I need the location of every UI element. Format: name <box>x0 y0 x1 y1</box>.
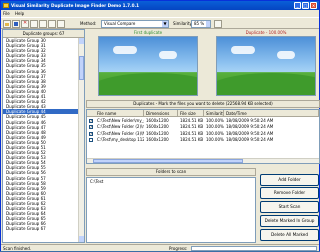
table-row[interactable]: C:\Test\my_desktop 11267445...1600x1200 1… <box>87 137 319 143</box>
cell-sim: 100.00% <box>206 118 224 123</box>
table-row[interactable]: ✓ C:\Test\New Folder (3)\New F...1600x120… <box>87 131 319 137</box>
folder-item[interactable]: C:\Test <box>90 179 252 185</box>
cell-sim: 100.00% <box>206 124 224 130</box>
open-folder-icon[interactable] <box>3 20 11 28</box>
add-folder-button[interactable]: Add Folder <box>260 174 319 186</box>
duplicates-table: File name Dimensions File size Similarit… <box>86 109 320 164</box>
cell-date: 18/08/2009 9:50:24 AM <box>226 137 274 143</box>
cell-dim: 1600x1200 <box>146 137 169 143</box>
menu-file[interactable]: File <box>1 11 12 16</box>
col-dimensions[interactable]: Dimensions <box>144 110 178 117</box>
first-preview-image[interactable] <box>98 36 198 96</box>
group-list: Duplicate Group 30 Duplicate Group 31 Dupl… <box>3 38 84 232</box>
toolbar: Method: Visual Compare ▼ Similarity: 85 … <box>1 17 319 29</box>
second-preview-caption: Duplicate - 100.00% <box>245 30 287 35</box>
delete-all-marked-button[interactable]: Delete All Marked <box>260 229 319 241</box>
cell-size: 1824.51 KB <box>180 137 204 143</box>
second-preview: Duplicate - 100.00% <box>216 29 316 98</box>
cell-dim: 1600x1200 <box>146 118 169 123</box>
folders-header: Folders to scan <box>86 168 256 176</box>
first-preview-caption: First duplicate <box>133 30 163 35</box>
remove-folder-button[interactable]: Remove Folder <box>260 187 319 199</box>
groups-scrollbar[interactable] <box>78 38 84 242</box>
app-window: Visual Similarity Duplicate Image Finder… <box>0 0 320 251</box>
cell-size: 1824.51 KB <box>180 130 204 136</box>
cell-size: 1824.51 KB <box>180 118 204 123</box>
cell-name: C:\Test\New Folder\my_deskto... <box>97 118 144 123</box>
scroll-down-icon[interactable] <box>79 236 84 242</box>
stop-icon[interactable] <box>48 20 56 28</box>
menu-help[interactable]: Help <box>13 11 26 16</box>
title-bar: Visual Similarity Duplicate Image Finder… <box>1 1 319 10</box>
help-icon[interactable] <box>57 20 65 28</box>
cell-size: 1824.51 KB <box>180 124 204 130</box>
table-row[interactable]: ✓ C:\Test\New Folder\my_deskto...1600x120… <box>87 118 319 124</box>
app-icon <box>3 3 9 8</box>
delete-marked-in-group-button[interactable]: Delete Marked In Group <box>260 215 319 227</box>
cell-name: C:\Test\my_desktop 11267445... <box>97 137 144 143</box>
cell-name: C:\Test\New Folder (3)\New F... <box>97 130 144 136</box>
table-header: File name Dimensions File size Similarit… <box>87 110 319 117</box>
refresh-icon[interactable] <box>214 20 222 28</box>
duplicate-groups-panel: Duplicate groups: 67 Duplicate Group 30 D… <box>2 29 85 243</box>
start-scan-button[interactable]: Start Scan <box>260 201 319 213</box>
scan-icon[interactable] <box>39 20 47 28</box>
delete-icon[interactable] <box>21 20 29 28</box>
method-label: Method: <box>80 21 97 26</box>
group-list-item[interactable]: Duplicate Group 67 <box>3 226 84 231</box>
cell-date: 18/08/2009 9:50:24 AM <box>226 130 274 136</box>
method-value: Visual Compare <box>104 21 136 26</box>
window-title: Visual Similarity Duplicate Image Finder… <box>11 3 140 8</box>
table-row[interactable]: ✓ C:\Test\New Folder (2)\my_des...1600x12… <box>87 124 319 130</box>
scroll-up-icon[interactable] <box>79 38 84 44</box>
first-preview: First duplicate <box>98 29 198 98</box>
close-button[interactable]: × <box>310 2 317 9</box>
folders-list[interactable]: C:\Test <box>86 177 256 243</box>
save-icon[interactable] <box>12 20 20 28</box>
cell-sim: 100.00% <box>206 130 224 136</box>
second-preview-image[interactable] <box>216 36 316 96</box>
col-file-size[interactable]: File size <box>178 110 204 117</box>
properties-icon[interactable] <box>30 20 38 28</box>
cell-sim: 100.00% <box>206 137 224 143</box>
cell-date: 18/08/2009 9:50:24 AM <box>226 124 274 130</box>
mark-checkbox[interactable]: ✓ <box>89 125 93 130</box>
status-bar: Scan finished. Progress: <box>1 244 319 251</box>
maximize-button[interactable]: □ <box>302 2 309 9</box>
col-datetime[interactable]: Date/Time <box>224 110 319 117</box>
mark-checkbox[interactable]: ✓ <box>89 119 93 123</box>
cell-name: C:\Test\New Folder (2)\my_des... <box>97 124 144 130</box>
menu-bar: File Help <box>1 10 319 17</box>
chevron-down-icon: ▼ <box>162 21 168 27</box>
cell-dim: 1600x1200 <box>146 130 169 136</box>
similarity-value: 85 % <box>194 21 205 26</box>
progress-bar <box>191 246 317 251</box>
minimize-button[interactable]: _ <box>294 2 301 9</box>
cell-dim: 1600x1200 <box>146 124 169 130</box>
scroll-thumb[interactable] <box>79 56 84 80</box>
col-file-name[interactable]: File name <box>87 110 144 117</box>
spin-down-icon[interactable] <box>206 24 210 27</box>
preview-area: First duplicate Duplicate - 100.00% <box>86 29 320 98</box>
groups-header: Duplicate groups: 67 <box>3 30 84 38</box>
cell-date: 18/08/2009 9:50:24 AM <box>226 118 274 123</box>
mark-checkbox[interactable] <box>89 138 93 143</box>
duplicates-header: Duplicates - Mark the files you want to … <box>86 100 320 108</box>
similarity-spinner[interactable]: 85 % <box>191 20 211 28</box>
mark-checkbox[interactable]: ✓ <box>89 131 93 136</box>
similarity-label: Similarity: <box>173 21 193 26</box>
table-scrollbar[interactable] <box>87 158 319 163</box>
method-select[interactable]: Visual Compare ▼ <box>101 20 169 28</box>
table-scroll-thumb[interactable] <box>93 159 243 163</box>
col-similarity[interactable]: Similarity <box>204 110 224 117</box>
